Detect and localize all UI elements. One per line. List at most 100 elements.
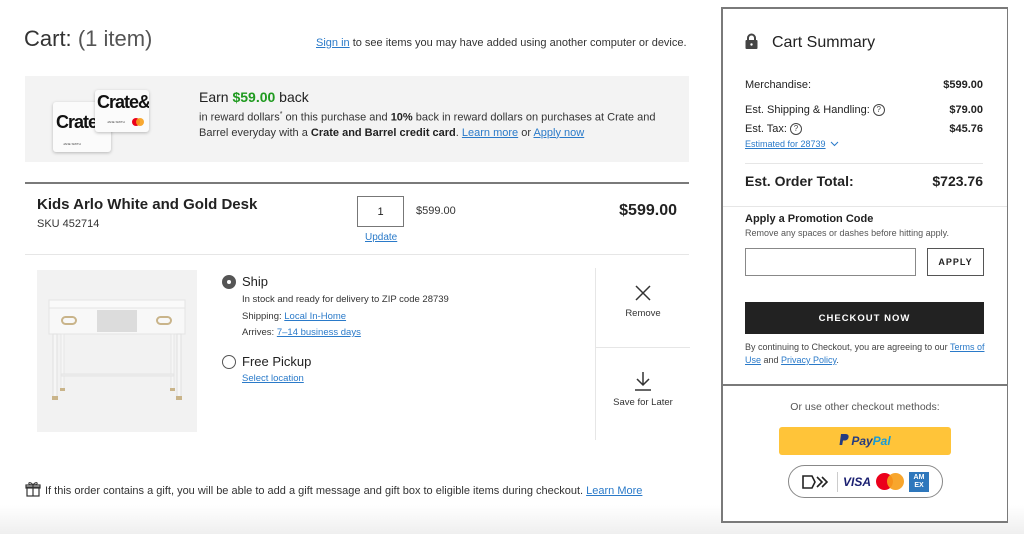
page-title: Cart: (1 item)	[24, 26, 152, 52]
privacy-policy-link[interactable]: Privacy Policy	[781, 355, 836, 365]
promo-code-input[interactable]	[745, 248, 916, 276]
apply-now-link[interactable]: Apply now	[533, 127, 584, 139]
credit-card-name: Crate and Barrel credit card	[310, 126, 456, 139]
gift-note: If this order contains a gift, you will …	[25, 481, 642, 497]
mastercard-icon	[876, 473, 904, 490]
shipping-value: $79.00	[949, 104, 983, 116]
desk-illustration	[37, 270, 197, 432]
checkout-terms: By continuing to Checkout, you are agree…	[745, 341, 985, 367]
tax-label: Est. Tax:	[745, 123, 787, 135]
update-quantity-link[interactable]: Update	[365, 232, 397, 243]
amex-icon: AM EX	[909, 471, 929, 492]
reward-description: in reward dollars* on this purchase and …	[199, 107, 669, 141]
product-image[interactable]	[37, 270, 197, 432]
shipping-method-link[interactable]: Local In-Home	[284, 311, 346, 322]
summary-title-text: Cart Summary	[772, 34, 876, 51]
item-top-divider	[25, 182, 689, 184]
click-to-pay-icon	[802, 474, 829, 489]
desc-text: in reward dollars	[199, 111, 280, 124]
card-brand-text: Crate	[56, 112, 98, 132]
desc-text: or	[518, 126, 534, 139]
item-name[interactable]: Kids Arlo White and Gold Desk	[37, 196, 257, 213]
item-actions: Remove Save for Later	[595, 268, 690, 440]
lock-icon	[745, 33, 758, 49]
arrives-label: Arrives:	[242, 327, 277, 338]
cart-summary-title: Cart Summary	[745, 33, 875, 52]
tax-value: $45.76	[949, 123, 983, 135]
earn-suffix: back	[275, 89, 309, 105]
cart-title-label: Cart:	[24, 26, 72, 51]
card-holder-text: JANE SMITH	[63, 142, 81, 146]
line-total: $599.00	[619, 202, 677, 219]
ship-label: Ship	[242, 274, 269, 289]
shipping-label: Shipping:	[242, 311, 285, 322]
amex-text: EX	[914, 481, 924, 489]
chevron-down-icon	[830, 141, 839, 147]
shipping-handling-label: Est. Shipping & Handling:	[745, 104, 870, 116]
reward-amount: $59.00	[232, 89, 276, 105]
arrival-link[interactable]: 7–14 business days	[277, 327, 361, 338]
pickup-radio[interactable]	[222, 355, 236, 369]
unit-price: $599.00	[416, 205, 456, 217]
credit-card-image: Crate JANE SMITH Crate& JANE SMITH	[53, 90, 149, 154]
select-location-link[interactable]: Select location	[242, 373, 304, 384]
estimated-zip-link[interactable]: Estimated for 28739	[745, 139, 826, 149]
checkout-now-button[interactable]: CHECKOUT NOW	[745, 302, 984, 334]
visa-icon: VISA	[842, 474, 871, 489]
remove-label: Remove	[625, 308, 661, 319]
help-icon[interactable]: ?	[872, 104, 885, 117]
summary-divider	[723, 206, 1007, 207]
item-divider	[25, 254, 689, 255]
shipping-row: Est. Shipping & Handling:? $79.00	[745, 104, 983, 117]
paypal-icon	[839, 434, 849, 445]
promo-title: Apply a Promotion Code	[745, 213, 874, 225]
tax-row: Est. Tax:? $45.76	[745, 123, 983, 136]
order-total-row: Est. Order Total: $723.76	[745, 173, 983, 189]
credit-card-front: Crate& JANE SMITH	[95, 90, 149, 132]
actions-divider	[596, 347, 690, 348]
learn-more-link[interactable]: Learn more	[462, 127, 518, 139]
item-sku: SKU 452714	[37, 218, 100, 230]
amex-text: AM	[913, 473, 925, 481]
pickup-label: Free Pickup	[242, 354, 312, 369]
download-icon	[635, 372, 651, 391]
merchandise-label: Merchandise:	[745, 79, 812, 91]
promo-subtitle: Remove any spaces or dashes before hitti…	[745, 228, 949, 238]
sign-in-link[interactable]: Sign in	[316, 37, 350, 49]
reward-percent: 10%	[390, 111, 413, 124]
cart-summary: Cart Summary Merchandise: $599.00 Est. S…	[721, 7, 1008, 523]
save-for-later-button[interactable]: Save for Later	[596, 371, 690, 408]
merchandise-value: $599.00	[943, 79, 983, 91]
gift-icon	[25, 482, 41, 497]
shipping-method: Shipping: Local In-Home	[242, 311, 346, 322]
other-methods-label: Or use other checkout methods:	[790, 401, 940, 413]
estimated-zip-toggle[interactable]: Estimated for 28739	[745, 139, 839, 149]
paypal-text: Pal	[872, 434, 891, 448]
terms-text: .	[836, 355, 839, 365]
paypal-text: Pay	[851, 434, 873, 448]
cart-item-count: (1 item)	[77, 26, 153, 51]
desc-text: on this purchase and	[282, 111, 391, 124]
mastercard-icon	[132, 118, 144, 126]
sign-in-message-text: to see items you may have added using an…	[349, 37, 687, 49]
separator	[836, 471, 838, 492]
order-total-label: Est. Order Total:	[745, 173, 854, 189]
close-icon	[635, 285, 651, 301]
quantity-input[interactable]	[357, 196, 404, 227]
save-for-later-label: Save for Later	[613, 397, 673, 408]
checkout-methods-divider	[721, 384, 1008, 386]
select-location: Select location	[242, 373, 304, 384]
card-holder-text: JANE SMITH	[107, 120, 125, 124]
apply-promo-button[interactable]: APPLY	[927, 248, 984, 276]
order-total-value: $723.76	[932, 173, 983, 189]
terms-text: and	[761, 355, 782, 365]
sign-in-message: Sign in to see items you may have added …	[316, 37, 687, 49]
reward-earn-headline: Earn $59.00 back	[199, 89, 669, 105]
gift-learn-more-link[interactable]: Learn More	[586, 485, 642, 497]
card-checkout-button[interactable]: VISA AM EX	[788, 465, 943, 498]
remove-button[interactable]: Remove	[596, 284, 690, 319]
ship-radio[interactable]	[222, 275, 236, 289]
summary-divider	[745, 163, 983, 164]
paypal-button[interactable]: PayPal	[779, 427, 951, 455]
help-icon[interactable]: ?	[789, 123, 802, 136]
